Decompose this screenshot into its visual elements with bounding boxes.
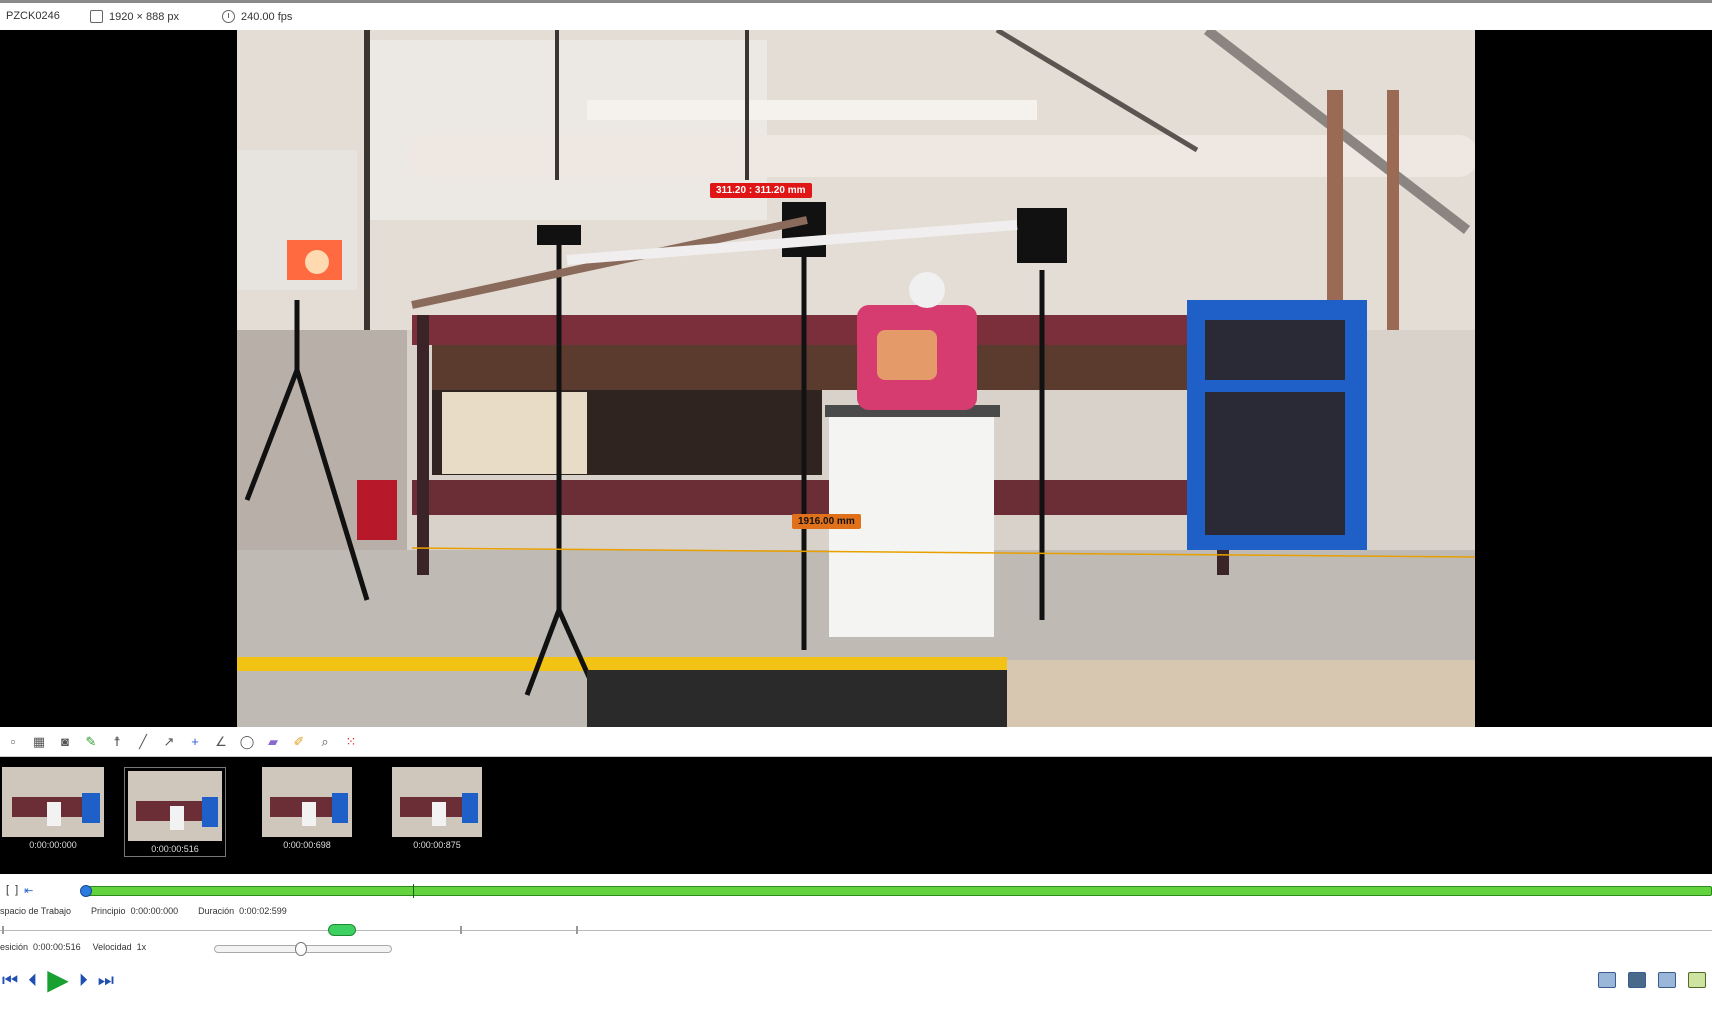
pencil-icon[interactable]: ✎: [82, 733, 100, 751]
first-frame-icon[interactable]: ⏮: [2, 970, 18, 990]
workspace-range-bar[interactable]: [82, 884, 1712, 898]
track-tick: [2, 926, 4, 934]
eraser-icon[interactable]: ▰: [264, 733, 282, 751]
start-label: Principio: [91, 906, 126, 916]
track-tick: [576, 926, 578, 934]
clip-name: PZCK0246: [6, 10, 60, 22]
keyframe-image: [262, 767, 352, 837]
goto-start-icon[interactable]: ⇤: [24, 884, 33, 897]
keyframe-thumb[interactable]: 0:00:00:698: [262, 767, 352, 857]
keyframe-image: [128, 771, 222, 841]
measurement-label-orange[interactable]: 1916.00 mm: [792, 514, 861, 529]
next-frame-icon[interactable]: ⏵: [79, 970, 88, 990]
video-frame[interactable]: 311.20 : 311.20 mm 1916.00 mm: [237, 30, 1475, 727]
range-marker: [413, 884, 414, 898]
previous-frame-icon[interactable]: ⏴: [28, 970, 37, 990]
workspace-label: spacio de Trabajo: [0, 906, 72, 916]
keyframe-thumb[interactable]: 0:00:00:875: [392, 767, 482, 857]
arrow-icon[interactable]: ↗: [160, 733, 178, 751]
fps-label: 240.00 fps: [241, 10, 293, 23]
circle-icon[interactable]: ◯: [238, 733, 256, 751]
keyframe-thumb[interactable]: 0:00:00:000: [2, 767, 104, 857]
pose-icon[interactable]: ☨: [108, 733, 126, 751]
dots-icon[interactable]: ⁙: [342, 733, 360, 751]
new-icon[interactable]: ▫: [4, 733, 22, 751]
multi-snapshot-icon[interactable]: [1628, 972, 1646, 988]
keyframe-image: [392, 767, 482, 837]
range-start-handle[interactable]: [80, 885, 92, 897]
play-icon[interactable]: ▶: [47, 966, 69, 994]
camera-icon[interactable]: ◙: [56, 733, 74, 751]
last-frame-icon[interactable]: ⏭: [98, 970, 114, 990]
resolution-label: 1920 × 888 px: [109, 10, 180, 23]
keyframe-time: 0:00:00:000: [29, 840, 77, 850]
clip-name-label: PZCK0246: [6, 10, 60, 22]
magnifier-icon[interactable]: ⌕: [316, 733, 334, 751]
duration-label: Duración: [198, 906, 235, 916]
film-icon[interactable]: [1658, 972, 1676, 988]
speed-value: 1x: [136, 942, 147, 952]
position-info: esición 0:00:00:516 Velocidad 1x: [0, 942, 146, 952]
cross-icon[interactable]: +: [186, 733, 204, 751]
keyframe-strip: 0:00:00:000 0:00:00:516 0:00:00:698 0:00…: [0, 757, 1712, 874]
grid-icon[interactable]: ▦: [30, 733, 48, 751]
duration-value: 0:00:02:599: [239, 906, 287, 916]
clock-icon: [222, 10, 235, 23]
position-handle[interactable]: [328, 924, 356, 936]
playback-controls: ⏮ ⏴ ▶ ⏵ ⏭: [0, 966, 114, 994]
track-tick: [460, 926, 462, 934]
resolution-info: 1920 × 888 px: [90, 10, 179, 23]
bracket-end-icon[interactable]: ]: [15, 884, 18, 896]
workspace-track: [ ] ⇤: [0, 882, 1712, 898]
video-viewport[interactable]: 311.20 : 311.20 mm 1916.00 mm: [0, 30, 1712, 727]
position-track-line: [0, 930, 1712, 931]
keyframe-image: [2, 767, 104, 837]
export-video-icon[interactable]: [1688, 972, 1706, 988]
speed-slider-handle[interactable]: [295, 942, 307, 956]
drawing-toolbar: ▫ ▦ ◙ ✎ ☨ ╱ ↗ + ∠ ◯ ▰ ✐ ⌕ ⁙: [0, 727, 1712, 757]
timeline-panel: [ ] ⇤ spacio de Trabajo Principio 0:00:0…: [0, 874, 1712, 1010]
marker-icon[interactable]: ✐: [290, 733, 308, 751]
keyframe-time: 0:00:00:698: [283, 840, 331, 850]
snapshot-icon[interactable]: [1598, 972, 1616, 988]
export-icons: [1598, 972, 1706, 988]
keyframe-time: 0:00:00:875: [413, 840, 461, 850]
workspace-info: spacio de Trabajo Principio 0:00:00:000 …: [0, 906, 287, 916]
fps-info: 240.00 fps: [222, 10, 292, 23]
speed-slider[interactable]: [214, 942, 392, 956]
measurement-label-red[interactable]: 311.20 : 311.20 mm: [710, 183, 812, 198]
keyframe-time: 0:00:00:516: [151, 844, 199, 854]
start-value: 0:00:00:000: [130, 906, 179, 916]
keyframe-thumb-selected[interactable]: 0:00:00:516: [124, 767, 226, 857]
warehouse-scene-image: [237, 30, 1475, 727]
position-track[interactable]: [0, 924, 1712, 938]
line-icon[interactable]: ╱: [134, 733, 152, 751]
speed-label: Velocidad: [92, 942, 132, 952]
bracket-start-icon[interactable]: [: [6, 884, 9, 896]
info-bar: PZCK0246 1920 × 888 px 240.00 fps: [0, 0, 1712, 30]
angle-icon[interactable]: ∠: [212, 733, 230, 751]
resize-icon: [90, 10, 103, 23]
position-label: esición: [0, 942, 29, 952]
position-value: 0:00:00:516: [33, 942, 81, 952]
